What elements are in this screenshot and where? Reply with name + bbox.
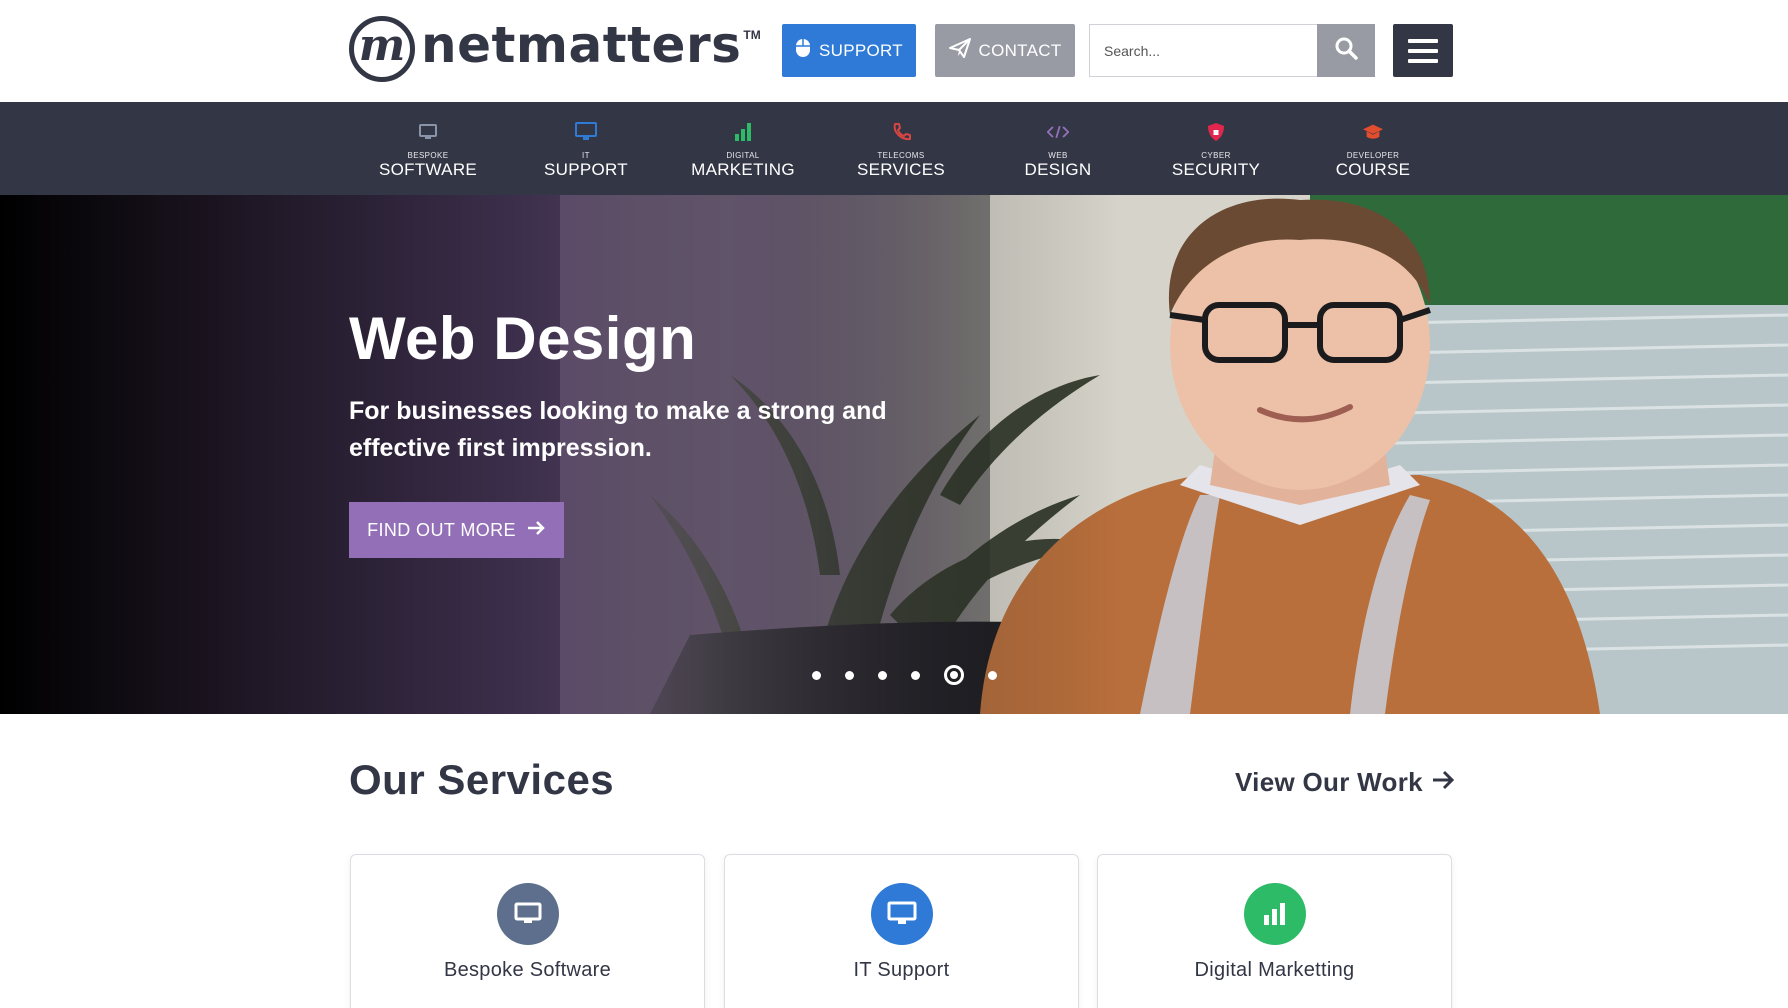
contact-button[interactable]: CONTACT	[935, 24, 1075, 77]
services-heading: Our Services	[349, 756, 615, 803]
nav-item-digital-marketing[interactable]: DIGITAL MARKETING	[673, 102, 813, 195]
view-our-work-label: View Our Work	[1235, 767, 1423, 797]
service-card-title: Digital Marketting	[1194, 959, 1355, 981]
hero-carousel[interactable]: Web Design For businesses looking to mak…	[0, 195, 1788, 714]
service-card-title: IT Support	[853, 959, 950, 981]
service-card-bespoke-software[interactable]: Bespoke Software	[350, 854, 705, 1008]
hamburger-menu-button[interactable]	[1393, 24, 1453, 77]
bar-chart-icon	[732, 122, 754, 142]
nav-item-telecoms-services[interactable]: TELECOMS SERVICES	[831, 102, 971, 195]
find-out-more-button[interactable]: FIND OUT MORE	[349, 502, 564, 558]
logo-text: netmatters	[421, 16, 742, 74]
service-card-it-support[interactable]: IT Support	[724, 854, 1079, 1008]
arrow-right-icon	[1431, 767, 1455, 798]
nav-item-web-design[interactable]: WEB DESIGN	[988, 102, 1128, 195]
service-card-title: Bespoke Software	[443, 959, 612, 981]
carousel-dot[interactable]	[911, 670, 920, 680]
graduation-cap-icon	[1362, 122, 1384, 142]
nav-item-label: MARKETING	[691, 160, 795, 179]
menu-bar	[1408, 38, 1438, 43]
search-icon	[1334, 36, 1358, 65]
menu-bar	[1408, 48, 1438, 53]
nav-item-small-label: WEB	[1048, 151, 1068, 160]
nav-item-small-label: DEVELOPER	[1346, 151, 1400, 160]
monitor-icon	[497, 883, 559, 945]
nav-item-small-label: CYBER	[1201, 151, 1231, 160]
nav-item-label: SOFTWARE	[378, 160, 478, 179]
arrow-right-icon	[526, 519, 546, 542]
main-nav: BESPOKE SOFTWARE IT SUPPORT DIGITAL MARK…	[0, 102, 1788, 195]
carousel-dot[interactable]	[812, 670, 821, 680]
phone-icon	[890, 122, 912, 142]
carousel-dot[interactable]	[845, 670, 854, 680]
nav-item-label: COURSE	[1335, 160, 1411, 179]
find-out-more-label: FIND OUT MORE	[367, 519, 516, 540]
site-header: m netmatters TM SUPPORT CONTACT	[0, 0, 1788, 102]
search-input[interactable]	[1089, 24, 1317, 77]
paper-plane-icon	[948, 38, 971, 63]
mouse-icon	[795, 38, 811, 63]
view-our-work-link[interactable]: View Our Work	[1235, 767, 1455, 798]
hero-subtitle: For businesses looking to make a strong …	[349, 397, 887, 462]
nav-item-label: DESIGN	[1024, 160, 1092, 179]
carousel-dots	[812, 665, 997, 685]
menu-bar	[1408, 58, 1438, 63]
logo-mark: m	[349, 16, 415, 82]
contact-label: CONTACT	[978, 40, 1062, 60]
hero-title: Web Design	[349, 305, 697, 372]
desktop-icon	[871, 883, 933, 945]
bar-chart-icon	[1244, 883, 1306, 945]
nav-item-label: SUPPORT	[544, 160, 628, 179]
nav-item-small-label: IT	[582, 151, 590, 160]
nav-item-small-label: BESPOKE	[407, 151, 449, 160]
carousel-dot-active[interactable]	[944, 665, 964, 685]
carousel-dot[interactable]	[988, 670, 997, 680]
service-card-description	[1138, 999, 1413, 1008]
nav-item-small-label: TELECOMS	[877, 151, 925, 160]
nav-item-label: SERVICES	[856, 160, 946, 179]
netmatters-logo[interactable]: m netmatters TM	[349, 16, 761, 82]
service-card-description	[765, 999, 1040, 1008]
nav-item-bespoke-software[interactable]: BESPOKE SOFTWARE	[358, 102, 498, 195]
logo-trademark: TM	[743, 28, 761, 42]
nav-item-label: SECURITY	[1171, 160, 1261, 179]
monitor-icon	[417, 122, 439, 142]
nav-item-developer-course[interactable]: DEVELOPER COURSE	[1303, 102, 1443, 195]
desktop-icon	[575, 122, 597, 142]
support-label: SUPPORT	[819, 40, 903, 60]
service-card-description	[391, 999, 666, 1008]
nav-item-small-label: DIGITAL	[726, 151, 760, 160]
shield-icon	[1205, 122, 1227, 142]
nav-item-it-support[interactable]: IT SUPPORT	[516, 102, 656, 195]
code-icon	[1047, 122, 1069, 142]
service-card-digital-marketting[interactable]: Digital Marketting	[1097, 854, 1452, 1008]
search-button[interactable]	[1317, 24, 1375, 77]
carousel-dot[interactable]	[878, 670, 887, 680]
support-button[interactable]: SUPPORT	[782, 24, 916, 77]
nav-item-cyber-security[interactable]: CYBER SECURITY	[1146, 102, 1286, 195]
